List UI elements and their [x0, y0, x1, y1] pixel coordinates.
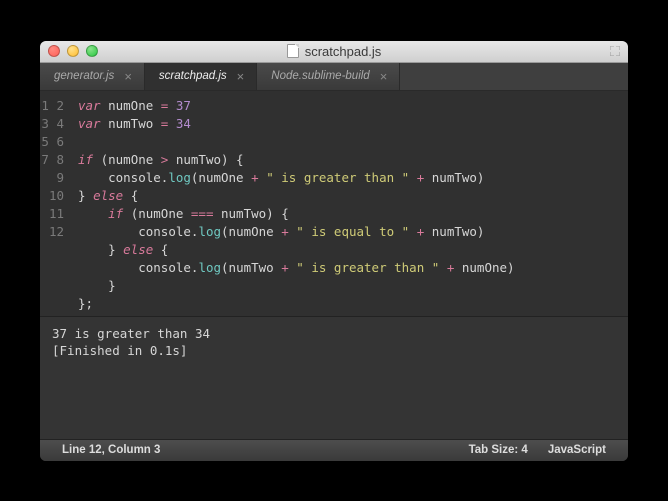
build-output-panel[interactable]: 37 is greater than 34 [Finished in 0.1s]	[40, 316, 628, 439]
tab-generator-js[interactable]: generator.js ×	[40, 63, 145, 90]
close-icon[interactable]: ×	[380, 70, 388, 83]
traffic-lights	[48, 45, 98, 57]
window-title-text: scratchpad.js	[305, 44, 382, 59]
code-line[interactable]: console.log(numOne + " is equal to " + n…	[78, 223, 618, 241]
tab-scratchpad-js[interactable]: scratchpad.js ×	[145, 63, 257, 90]
status-bar: Line 12, Column 3 Tab Size: 4 JavaScript	[40, 439, 628, 461]
code-line[interactable]: if (numOne === numTwo) {	[78, 205, 618, 223]
status-position[interactable]: Line 12, Column 3	[52, 444, 170, 456]
tab-label: Node.sublime-build	[271, 70, 369, 82]
zoom-icon[interactable]	[86, 45, 98, 57]
tab-label: scratchpad.js	[159, 70, 227, 82]
code-editor[interactable]: 1 2 3 4 5 6 7 8 9 10 11 12 var numOne = …	[40, 91, 628, 316]
code-line[interactable]: };	[78, 295, 618, 313]
code-line[interactable]: var numOne = 37	[78, 97, 618, 115]
tab-bar: generator.js×scratchpad.js×Node.sublime-…	[40, 63, 628, 91]
code-line[interactable]: } else {	[78, 241, 618, 259]
code-area[interactable]: var numOne = 37var numTwo = 34 if (numOn…	[72, 91, 628, 316]
document-icon	[287, 44, 299, 58]
minimize-icon[interactable]	[67, 45, 79, 57]
code-line[interactable]: } else {	[78, 187, 618, 205]
status-tab-size[interactable]: Tab Size: 4	[459, 444, 538, 456]
fullscreen-icon[interactable]	[610, 46, 620, 56]
titlebar[interactable]: scratchpad.js	[40, 41, 628, 63]
editor-window: scratchpad.js generator.js×scratchpad.js…	[40, 41, 628, 461]
window-title: scratchpad.js	[40, 44, 628, 59]
code-line[interactable]: if (numOne > numTwo) {	[78, 151, 618, 169]
code-line[interactable]: console.log(numOne + " is greater than "…	[78, 169, 618, 187]
code-line[interactable]: var numTwo = 34	[78, 115, 618, 133]
close-icon[interactable]	[48, 45, 60, 57]
line-gutter: 1 2 3 4 5 6 7 8 9 10 11 12	[40, 91, 72, 316]
tab-label: generator.js	[54, 70, 114, 82]
status-syntax[interactable]: JavaScript	[538, 444, 616, 456]
close-icon[interactable]: ×	[124, 70, 132, 83]
close-icon[interactable]: ×	[237, 70, 245, 83]
code-line[interactable]: console.log(numTwo + " is greater than "…	[78, 259, 618, 277]
code-line[interactable]: }	[78, 277, 618, 295]
tab-node-sublime-build[interactable]: Node.sublime-build ×	[257, 63, 400, 90]
code-line[interactable]	[78, 133, 618, 151]
